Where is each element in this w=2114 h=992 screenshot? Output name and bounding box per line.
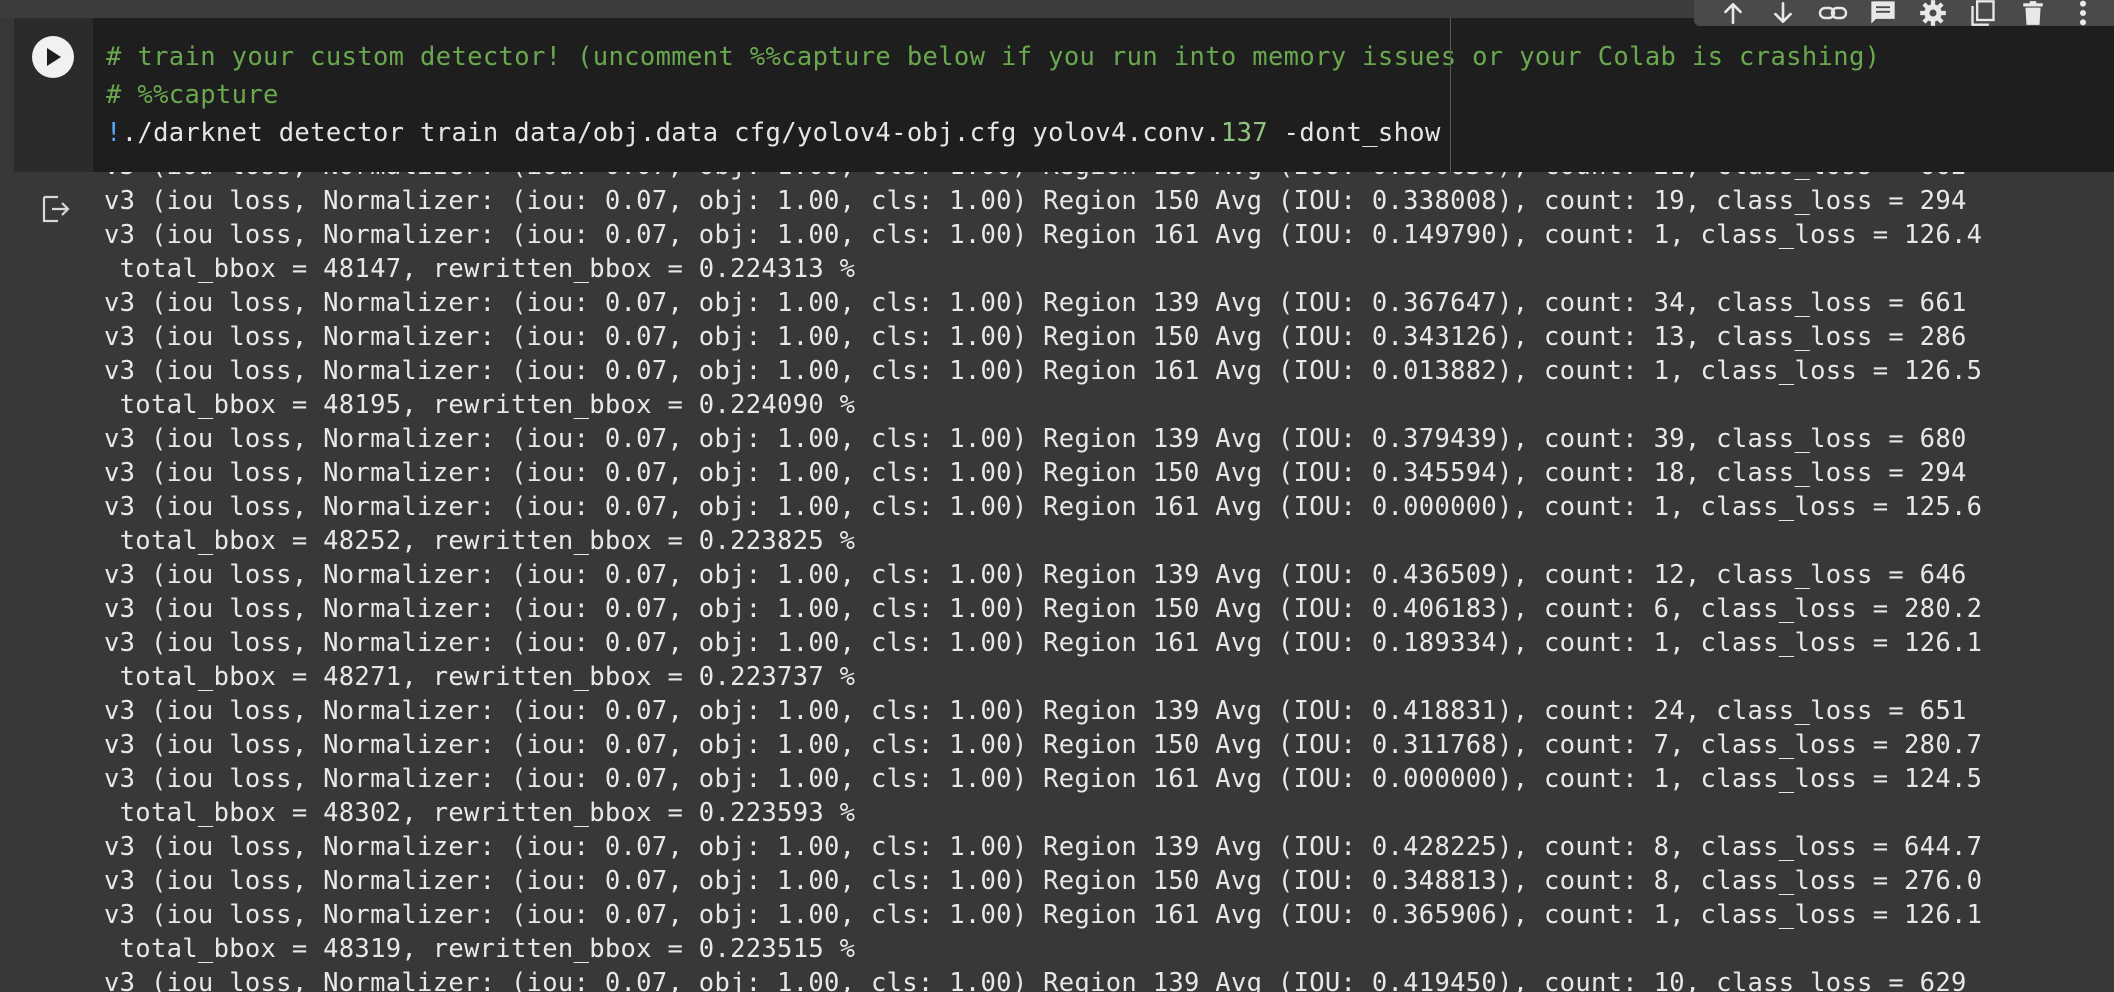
log-line: v3 (iou loss, Normalizer: (iou: 0.07, ob…: [104, 356, 1983, 386]
output-log: v3 (iou loss, Normalizer: (iou: 0.07, ob…: [104, 172, 2114, 992]
log-line: v3 (iou loss, Normalizer: (iou: 0.07, ob…: [104, 866, 1983, 896]
log-line: v3 (iou loss, Normalizer: (iou: 0.07, ob…: [104, 832, 1983, 862]
run-cell-button[interactable]: [32, 36, 74, 78]
log-line: v3 (iou loss, Normalizer: (iou: 0.07, ob…: [104, 696, 1967, 726]
comment-icon: [1871, 1, 1895, 24]
log-line: v3 (iou loss, Normalizer: (iou: 0.07, ob…: [104, 594, 1983, 624]
log-line: v3 (iou loss, Normalizer: (iou: 0.07, ob…: [104, 764, 1983, 794]
log-line-total-bbox: total_bbox = 48195, rewritten_bbox = 0.2…: [104, 390, 856, 420]
log-line-total-bbox: total_bbox = 48252, rewritten_bbox = 0.2…: [104, 526, 856, 556]
copy-link-button[interactable]: [1813, 0, 1853, 26]
log-line: v3 (iou loss, Normalizer: (iou: 0.07, ob…: [104, 900, 1983, 930]
cell-output: v3 (iou loss, Normalizer: (iou: 0.07, ob…: [14, 172, 2114, 992]
move-up-button[interactable]: [1713, 0, 1753, 26]
log-line-total-bbox: total_bbox = 48147, rewritten_bbox = 0.2…: [104, 254, 856, 284]
log-line: v3 (iou loss, Normalizer: (iou: 0.07, ob…: [104, 322, 1967, 352]
command-number: 137: [1220, 118, 1268, 148]
log-line: v3 (iou loss, Normalizer: (iou: 0.07, ob…: [104, 288, 1967, 318]
log-line: v3 (iou loss, Normalizer: (iou: 0.07, ob…: [104, 220, 1983, 250]
log-line: v3 (iou loss, Normalizer: (iou: 0.07, ob…: [104, 968, 1967, 992]
play-icon: [47, 48, 61, 66]
mirror-cell-icon: [1971, 0, 1995, 26]
output-actions-icon[interactable]: [40, 193, 72, 225]
log-body: v3 (iou loss, Normalizer: (iou: 0.07, ob…: [104, 184, 1982, 992]
log-line: v3 (iou loss, Normalizer: (iou: 0.07, ob…: [104, 730, 1983, 760]
move-up-icon: [1724, 3, 1742, 25]
code-editor[interactable]: # train your custom detector! (uncomment…: [106, 38, 1880, 152]
code-command-line: !./darknet detector train data/obj.data …: [106, 114, 1880, 152]
command-flag: -dont_show: [1267, 118, 1441, 148]
log-line-total-bbox: total_bbox = 48302, rewritten_bbox = 0.2…: [104, 798, 856, 828]
command-text: ./darknet detector train data/obj.data c…: [121, 118, 1221, 148]
delete-cell-button[interactable]: [2013, 0, 2053, 26]
more-options-button[interactable]: [2063, 0, 2103, 26]
log-line-total-bbox: total_bbox = 48319, rewritten_bbox = 0.2…: [104, 934, 856, 964]
log-line: v3 (iou loss, Normalizer: (iou: 0.07, ob…: [104, 186, 1967, 216]
move-down-icon: [1774, 1, 1792, 23]
log-line: v3 (iou loss, Normalizer: (iou: 0.07, ob…: [104, 492, 1983, 522]
cell-toolbar: [1694, 0, 2114, 26]
cell-gutter: [14, 18, 93, 172]
log-line: v3 (iou loss, Normalizer: (iou: 0.07, ob…: [104, 424, 1967, 454]
ruler-line: [1450, 18, 1451, 172]
gear-icon: [1920, 0, 1946, 26]
log-line: v3 (iou loss, Normalizer: (iou: 0.07, ob…: [104, 628, 1983, 658]
delete-icon: [2023, 1, 2043, 25]
code-comment-line: # train your custom detector! (uncomment…: [106, 42, 1881, 72]
log-line: v3 (iou loss, Normalizer: (iou: 0.07, ob…: [104, 458, 1967, 488]
move-down-button[interactable]: [1763, 0, 1803, 26]
link-icon: [1818, 6, 1848, 20]
code-comment-line: # %%capture: [106, 80, 279, 110]
output-gutter: [14, 172, 93, 992]
code-cell[interactable]: # train your custom detector! (uncomment…: [14, 18, 2114, 172]
log-line-total-bbox: total_bbox = 48271, rewritten_bbox = 0.2…: [104, 662, 856, 692]
log-line: v3 (iou loss, Normalizer: (iou: 0.07, ob…: [104, 560, 1967, 590]
colab-notebook: # train your custom detector! (uncomment…: [0, 0, 2114, 992]
mirror-cell-button[interactable]: [1963, 0, 2003, 26]
more-vert-icon: [2079, 0, 2087, 26]
settings-button[interactable]: [1913, 0, 1953, 26]
shell-bang: !: [106, 118, 122, 148]
add-comment-button[interactable]: [1863, 0, 1903, 26]
